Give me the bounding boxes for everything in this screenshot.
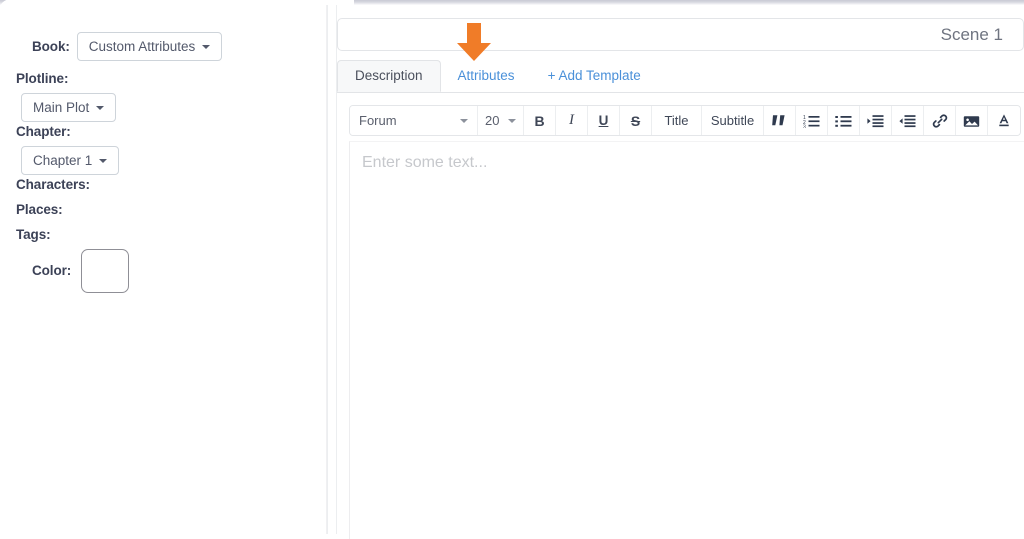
italic-icon: I <box>569 112 574 129</box>
field-label-plotline: Plotline: <box>16 72 68 86</box>
editor-placeholder: Enter some text... <box>362 154 487 172</box>
field-label-tags: Tags: <box>16 228 51 242</box>
field-label-chapter: Chapter: <box>16 125 71 139</box>
unordered-list-icon <box>835 114 852 128</box>
rich-text-toolbar: Forum 20 B I U S Title Su <box>349 105 1021 136</box>
chevron-down-icon <box>96 106 104 110</box>
tab-add-template[interactable]: + Add Template <box>532 60 658 92</box>
subtitle-style-button[interactable]: Subtitle <box>702 106 764 135</box>
tab-description-label: Description <box>355 69 423 83</box>
book-dropdown-value: Custom Attributes <box>89 40 196 54</box>
chevron-down-icon <box>508 119 516 123</box>
font-family-select[interactable]: Forum <box>350 106 478 135</box>
book-dropdown[interactable]: Custom Attributes <box>77 32 223 61</box>
font-family-value: Forum <box>359 113 397 128</box>
tab-description[interactable]: Description <box>337 60 441 92</box>
ordered-list-button[interactable]: 1 2 3 <box>796 106 828 135</box>
window-corner <box>0 0 24 24</box>
bold-button[interactable]: B <box>524 106 556 135</box>
svg-text:3: 3 <box>803 124 806 128</box>
field-label-book: Book: <box>32 40 70 54</box>
attributes-sidebar: Book: Custom Attributes Plotline: Main P… <box>0 5 327 534</box>
image-icon <box>963 114 980 128</box>
font-size-select[interactable]: 20 <box>478 106 524 135</box>
tab-add-template-label: + Add Template <box>548 69 641 83</box>
text-color-icon <box>996 113 1012 128</box>
chapter-dropdown[interactable]: Chapter 1 <box>21 146 119 175</box>
editor-tabs: Description Attributes + Add Template <box>337 60 1024 93</box>
outdent-icon <box>899 114 916 128</box>
outdent-button[interactable] <box>892 106 924 135</box>
insert-link-button[interactable] <box>924 106 956 135</box>
app-window: Book: Custom Attributes Plotline: Main P… <box>0 0 1024 534</box>
plotline-dropdown[interactable]: Main Plot <box>21 93 116 122</box>
chevron-down-icon <box>99 159 107 163</box>
scene-title-input[interactable] <box>337 18 1024 51</box>
quote-icon <box>772 114 787 127</box>
link-icon <box>932 113 948 129</box>
indent-button[interactable] <box>860 106 892 135</box>
field-label-color: Color: <box>32 264 71 278</box>
indent-icon <box>867 114 884 128</box>
underline-button[interactable]: U <box>588 106 620 135</box>
tab-attributes[interactable]: Attributes <box>441 60 532 92</box>
field-label-characters: Characters: <box>16 178 90 192</box>
subtitle-style-label: Subtitle <box>711 113 754 128</box>
pane-divider-left <box>327 5 328 534</box>
italic-button[interactable]: I <box>556 106 588 135</box>
title-style-button[interactable]: Title <box>652 106 702 135</box>
rich-text-editor-body[interactable]: Enter some text... <box>349 141 1024 539</box>
field-book: Book: Custom Attributes <box>16 32 222 61</box>
field-label-places: Places: <box>16 203 63 217</box>
font-size-value: 20 <box>485 113 499 128</box>
plotline-dropdown-value: Main Plot <box>33 101 89 115</box>
field-color: Color: <box>16 249 129 293</box>
scene-editor-panel: Description Attributes + Add Template Fo… <box>337 5 1024 534</box>
strikethrough-icon: S <box>631 113 640 129</box>
chevron-down-icon <box>460 119 468 123</box>
window-chrome-gap <box>24 0 354 5</box>
underline-icon: U <box>599 113 609 128</box>
bold-icon: B <box>534 113 544 129</box>
blockquote-button[interactable] <box>764 106 796 135</box>
color-swatch-picker[interactable] <box>81 249 129 293</box>
chapter-dropdown-value: Chapter 1 <box>33 154 92 168</box>
ordered-list-icon: 1 2 3 <box>803 114 820 128</box>
chevron-down-icon <box>202 45 210 49</box>
insert-image-button[interactable] <box>956 106 988 135</box>
strikethrough-button[interactable]: S <box>620 106 652 135</box>
tab-attributes-label: Attributes <box>458 69 515 83</box>
text-color-button[interactable] <box>988 106 1020 135</box>
title-style-label: Title <box>664 113 688 128</box>
unordered-list-button[interactable] <box>828 106 860 135</box>
